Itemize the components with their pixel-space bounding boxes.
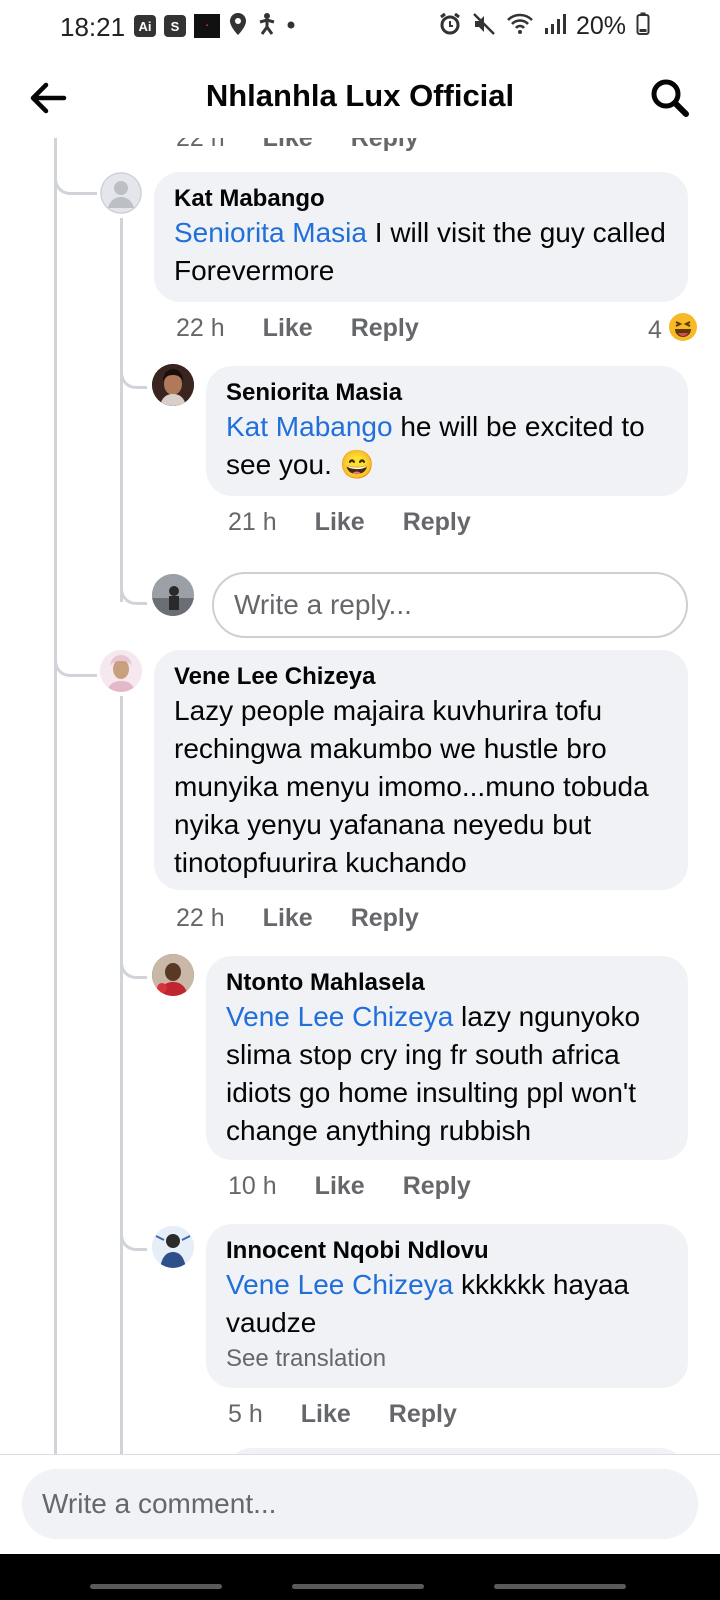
like-button[interactable]: Like bbox=[315, 1172, 365, 1201]
mention-link[interactable]: Kat Mabango bbox=[226, 411, 393, 442]
accessibility-icon bbox=[256, 12, 278, 41]
reaction-summary[interactable]: 4 bbox=[648, 312, 698, 349]
reply-connector bbox=[120, 1220, 147, 1251]
avatar[interactable] bbox=[100, 172, 142, 214]
reply-button[interactable]: Reply bbox=[351, 904, 419, 933]
comment-time: 10 h bbox=[228, 1172, 277, 1200]
reply-thread-line bbox=[120, 696, 123, 1454]
comment-time: 22 h bbox=[176, 138, 225, 152]
reply-bubble[interactable]: Seniorita Masia Kat Mabango he will be e… bbox=[206, 366, 688, 496]
status-left-icons: Ai S ▪ bbox=[134, 12, 296, 40]
search-button[interactable] bbox=[648, 76, 692, 120]
comment-bubble[interactable]: Kat Mabango Seniorita Masia I will visit… bbox=[154, 172, 688, 302]
like-button[interactable]: Like bbox=[263, 314, 313, 343]
haha-reaction-icon bbox=[668, 312, 698, 349]
comment-text: Lazy people majaira kuvhurira tofu rechi… bbox=[174, 695, 649, 878]
profile-photo bbox=[152, 954, 194, 996]
status-bar: 18:21 Ai S ▪ 20% bbox=[0, 0, 720, 56]
avatar[interactable] bbox=[152, 1226, 194, 1268]
comment-actions: 22 h Like Reply bbox=[176, 904, 419, 933]
status-right-icons: 20% bbox=[438, 12, 650, 40]
comment-text: Vene Lee Chizeya lazy ngunyoko slima sto… bbox=[226, 1001, 641, 1146]
avatar[interactable] bbox=[152, 364, 194, 406]
comment-input[interactable]: Write a comment... bbox=[22, 1469, 698, 1539]
comment-time: 5 h bbox=[228, 1400, 263, 1428]
mention-link[interactable]: Seniorita Masia bbox=[174, 217, 367, 248]
reaction-count: 4 bbox=[648, 316, 662, 344]
comment-text: Vene Lee Chizeya kkkkkk hayaa vaudze bbox=[226, 1269, 630, 1338]
s-app-icon: S bbox=[164, 15, 186, 37]
comment-actions: 22 h Like Reply bbox=[176, 314, 419, 343]
reply-input[interactable]: Write a reply... bbox=[212, 572, 688, 638]
reply-connector bbox=[120, 568, 147, 605]
wifi-icon bbox=[506, 12, 534, 41]
comment-author[interactable]: Seniorita Masia bbox=[226, 378, 668, 408]
reply-bubble[interactable]: Innocent Nqobi Ndlovu Vene Lee Chizeya k… bbox=[206, 1224, 688, 1388]
reply-connector bbox=[120, 948, 147, 979]
comment-actions: 5 h Like Reply bbox=[228, 1400, 457, 1429]
comment-author[interactable]: Vene Lee Chizeya bbox=[174, 662, 668, 692]
reply-connector bbox=[120, 358, 147, 389]
reply-bubble[interactable]: Ntonto Mahlasela Vene Lee Chizeya lazy n… bbox=[206, 956, 688, 1160]
battery-icon bbox=[636, 12, 650, 41]
reply-button[interactable]: Reply bbox=[351, 138, 419, 153]
default-avatar-icon bbox=[100, 172, 142, 214]
back-nav-button[interactable] bbox=[494, 1584, 626, 1589]
battery-percent: 20% bbox=[575, 11, 626, 40]
comment-text: Kat Mabango he will be excited to see yo… bbox=[226, 411, 645, 480]
like-button[interactable]: Like bbox=[315, 508, 365, 537]
avatar[interactable] bbox=[100, 650, 142, 692]
profile-photo bbox=[152, 1226, 194, 1268]
comment-actions: 10 h Like Reply bbox=[228, 1172, 471, 1201]
recent-apps-button[interactable] bbox=[90, 1584, 222, 1589]
profile-photo bbox=[152, 364, 194, 406]
comment-time: 21 h bbox=[228, 508, 277, 536]
app-header: Nhlanhla Lux Official bbox=[0, 56, 720, 138]
location-icon bbox=[228, 12, 248, 41]
comment-text: Seniorita Masia I will visit the guy cal… bbox=[174, 217, 666, 286]
reply-button[interactable]: Reply bbox=[403, 1172, 471, 1201]
reply-button[interactable]: Reply bbox=[351, 314, 419, 343]
comment-thread: 22 h Like Reply Kat Mabango Seniorita Ma… bbox=[0, 138, 720, 1454]
search-icon bbox=[651, 79, 689, 117]
comment-time: 22 h bbox=[176, 314, 225, 342]
cut-off-actions: 22 h Like Reply bbox=[176, 138, 419, 153]
thumbnail-app-icon: ▪ bbox=[194, 14, 220, 38]
comment-bubble[interactable]: Vene Lee Chizeya Lazy people majaira kuv… bbox=[154, 650, 688, 890]
current-user-avatar bbox=[152, 574, 194, 616]
comment-composer-bar: Write a comment... bbox=[0, 1454, 720, 1555]
thread-line bbox=[54, 138, 57, 1454]
avatar[interactable] bbox=[152, 954, 194, 996]
mute-icon bbox=[472, 12, 496, 41]
comment-time: 22 h bbox=[176, 904, 225, 932]
reply-button[interactable]: Reply bbox=[389, 1400, 457, 1429]
mention-link[interactable]: Vene Lee Chizeya bbox=[226, 1001, 453, 1032]
like-button[interactable]: Like bbox=[263, 138, 313, 153]
see-translation-link[interactable]: See translation bbox=[226, 1344, 668, 1374]
signal-icon bbox=[544, 12, 566, 41]
dot-icon bbox=[286, 17, 296, 35]
system-nav-bar bbox=[0, 1554, 720, 1600]
profile-photo bbox=[100, 650, 142, 692]
comment-author[interactable]: Kat Mabango bbox=[174, 184, 668, 214]
comment-author[interactable]: Innocent Nqobi Ndlovu bbox=[226, 1236, 668, 1266]
mention-link[interactable]: Vene Lee Chizeya bbox=[226, 1269, 453, 1300]
profile-photo bbox=[152, 574, 194, 616]
reply-thread-line bbox=[120, 218, 123, 602]
reply-button[interactable]: Reply bbox=[403, 508, 471, 537]
like-button[interactable]: Like bbox=[263, 904, 313, 933]
page-title: Nhlanhla Lux Official bbox=[205, 78, 515, 113]
ai-app-icon: Ai bbox=[134, 15, 156, 37]
comment-author[interactable]: Ntonto Mahlasela bbox=[226, 968, 668, 998]
comment-actions: 21 h Like Reply bbox=[228, 508, 471, 537]
status-time: 18:21 bbox=[60, 12, 126, 42]
like-button[interactable]: Like bbox=[301, 1400, 351, 1429]
home-button[interactable] bbox=[292, 1584, 424, 1589]
thread-connector bbox=[54, 166, 97, 195]
alarm-icon bbox=[438, 12, 462, 41]
thread-connector bbox=[54, 648, 97, 677]
